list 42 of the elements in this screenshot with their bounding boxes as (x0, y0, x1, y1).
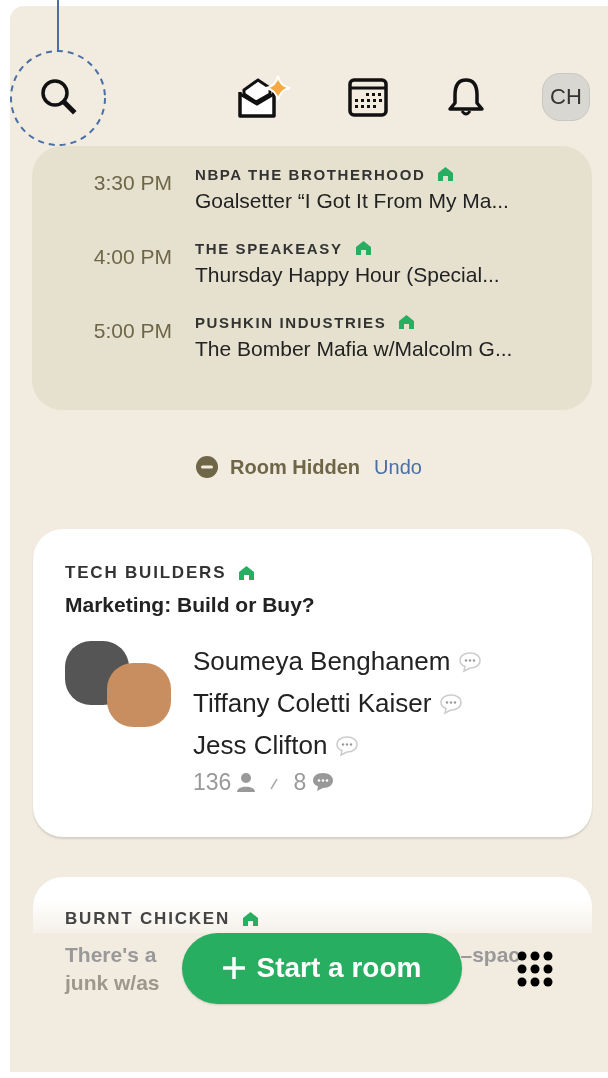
plus-icon (222, 957, 245, 980)
event-time: 4:00 PM (92, 243, 172, 270)
room-card[interactable]: BURNT CHICKEN (33, 876, 592, 933)
event-time: 3:30 PM (92, 169, 172, 196)
leader-line (57, 0, 59, 52)
speaker-name: Soumeya Benghanem (193, 646, 451, 678)
club-name: THE SPEAKEASY (195, 239, 343, 257)
listener-count: 136 (193, 768, 232, 796)
event-title[interactable]: Thursday Happy Hour (Special... (195, 262, 500, 287)
person-icon (237, 772, 256, 793)
house-icon (398, 314, 416, 331)
speaker-name: Tiffany Coletti Kaiser (193, 688, 432, 720)
chat-bubble-icon (312, 772, 335, 793)
minus-circle-icon (196, 456, 219, 479)
speech-bubble-icon (458, 650, 483, 673)
invite-button[interactable] (236, 73, 292, 120)
room-title[interactable]: Marketing: Build or Buy? (65, 592, 560, 617)
slash-icon (270, 778, 279, 791)
room-title-fragment: There's a (65, 942, 157, 967)
envelope-sparkle-icon (236, 73, 292, 120)
photo-placeholder (107, 662, 171, 727)
house-icon (354, 240, 372, 257)
house-icon (242, 910, 260, 927)
event-title[interactable]: Goalsetter “I Got It From My Ma... (195, 188, 509, 213)
club-name: BURNT CHICKEN (65, 908, 231, 929)
house-icon (238, 564, 256, 581)
profile-avatar[interactable]: CH (542, 72, 590, 121)
house-icon (437, 166, 455, 183)
club-name: NBPA THE BROTHERHOOD (195, 165, 426, 183)
dot-grid-icon[interactable] (517, 950, 553, 987)
club-name: PUSHKIN INDUSTRIES (195, 313, 387, 331)
speech-bubble-icon (439, 692, 464, 715)
speaker-name: Jess Clifton (193, 730, 328, 762)
room-hidden-label: Room Hidden (230, 455, 361, 479)
speaker-count: 8 (293, 768, 307, 796)
speech-bubble-icon (335, 734, 360, 757)
event-time: 5:00 PM (92, 317, 172, 344)
room-title-fragment: –spac (460, 942, 520, 967)
event-title[interactable]: The Bomber Mafia w/Malcolm G... (195, 336, 513, 361)
undo-link[interactable]: Undo (374, 455, 422, 479)
room-title-fragment: junk w/as (65, 970, 160, 995)
club-name: TECH BUILDERS (65, 562, 227, 583)
